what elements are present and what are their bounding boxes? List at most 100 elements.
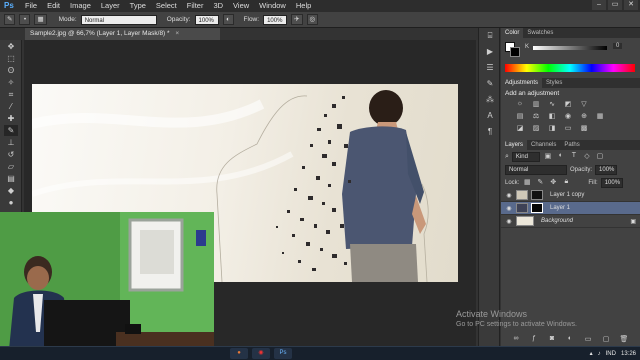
brightness-icon[interactable]: ☼ <box>515 100 525 109</box>
layer-mask-thumbnail[interactable] <box>531 203 543 213</box>
visibility-eye-icon[interactable]: ◉ <box>505 192 513 199</box>
history-brush-tool-icon[interactable]: ↺ <box>4 149 18 160</box>
background-color-swatch[interactable] <box>510 47 520 57</box>
gradient-map-icon[interactable]: ▭ <box>563 124 573 133</box>
layer-opacity-input[interactable]: 100% <box>595 164 618 175</box>
dodge-tool-icon[interactable]: ● <box>4 197 18 208</box>
close-icon[interactable]: × <box>175 30 179 37</box>
channel-mixer-icon[interactable]: ⊕ <box>579 112 589 121</box>
airbrush-icon[interactable]: ✈ <box>291 14 303 25</box>
flow-input[interactable]: 100% <box>263 14 288 25</box>
menu-layer[interactable]: Layer <box>96 0 125 12</box>
quick-select-tool-icon[interactable]: ✧ <box>4 77 18 88</box>
menu-filter[interactable]: Filter <box>182 0 209 12</box>
taskbar-firefox-icon[interactable]: ● <box>230 348 248 359</box>
filter-type-icon[interactable]: T <box>569 152 579 161</box>
minimize-button[interactable]: – <box>592 0 606 10</box>
gradient-tool-icon[interactable]: ▤ <box>4 173 18 184</box>
brush-presets-panel-icon[interactable]: ⁂ <box>483 95 497 108</box>
fill-input[interactable]: 100% <box>600 177 623 188</box>
volume-icon[interactable]: ♪ <box>598 348 601 360</box>
filter-shape-icon[interactable]: ◇ <box>582 152 592 161</box>
document-tab[interactable]: Sample2.jpg @ 66,7% (Layer 1, Layer Mask… <box>25 28 220 40</box>
brush-panel-toggle-icon[interactable]: ▦ <box>34 14 47 25</box>
tab-swatches[interactable]: Swatches <box>523 28 557 38</box>
maximize-button[interactable]: ▭ <box>608 0 622 10</box>
layer-name[interactable]: Layer 1 copy <box>550 192 584 198</box>
color-k-value[interactable]: 0 <box>613 43 623 49</box>
vibrance-icon[interactable]: ▽ <box>579 100 589 109</box>
link-layers-icon[interactable]: ∞ <box>511 335 521 344</box>
hue-saturation-icon[interactable]: ▤ <box>515 112 525 121</box>
menu-type[interactable]: Type <box>125 0 151 12</box>
layer-row[interactable]: ◉ Layer 1 copy <box>501 189 640 202</box>
exposure-icon[interactable]: ◩ <box>563 100 573 109</box>
layer-kind-select[interactable]: Kind <box>511 151 540 162</box>
language-indicator[interactable]: IND <box>606 348 616 360</box>
network-icon[interactable]: ▴ <box>590 348 593 360</box>
brush-size-picker[interactable]: • <box>19 14 31 25</box>
menu-image[interactable]: Image <box>65 0 96 12</box>
menu-edit[interactable]: Edit <box>42 0 65 12</box>
brush-tool-icon[interactable]: ✎ <box>4 125 18 136</box>
pressure-opacity-icon[interactable]: ◐ <box>222 14 234 25</box>
levels-icon[interactable]: ▥ <box>531 100 541 109</box>
menu-help[interactable]: Help <box>291 0 316 12</box>
history-panel-icon[interactable]: ⌸ <box>483 31 497 44</box>
selective-color-icon[interactable]: ▩ <box>579 124 589 133</box>
color-ramp[interactable] <box>505 64 635 72</box>
menu-window[interactable]: Window <box>254 0 291 12</box>
lock-transparent-icon[interactable]: ▦ <box>522 178 532 187</box>
layer-name[interactable]: Background <box>541 218 573 224</box>
menu-select[interactable]: Select <box>151 0 182 12</box>
visibility-eye-icon[interactable]: ◉ <box>505 218 513 225</box>
brush-panel-icon[interactable]: ✎ <box>483 79 497 92</box>
posterize-icon[interactable]: ▨ <box>531 124 541 133</box>
eraser-tool-icon[interactable]: ▱ <box>4 161 18 172</box>
menu-view[interactable]: View <box>228 0 254 12</box>
lasso-tool-icon[interactable]: ʘ <box>4 65 18 76</box>
new-adjustment-layer-icon[interactable]: ◐ <box>565 335 575 344</box>
tab-color[interactable]: Color <box>501 28 524 38</box>
crop-tool-icon[interactable]: ⌗ <box>4 89 18 100</box>
tab-layers[interactable]: Layers <box>501 140 528 150</box>
lock-pixels-icon[interactable]: ✎ <box>535 178 545 187</box>
black-white-icon[interactable]: ◧ <box>547 112 557 121</box>
delete-layer-icon[interactable]: 🗑︎ <box>619 335 629 344</box>
layer-style-icon[interactable]: ƒ <box>529 335 539 344</box>
curves-icon[interactable]: ∿ <box>547 100 557 109</box>
layer-row-selected[interactable]: ◉ Layer 1 <box>501 202 640 215</box>
pressure-size-icon[interactable]: ◎ <box>306 14 319 25</box>
actions-panel-icon[interactable]: ▶ <box>483 47 497 60</box>
photo-filter-icon[interactable]: ◉ <box>563 112 573 121</box>
clone-stamp-tool-icon[interactable]: ⊥ <box>4 137 18 148</box>
add-mask-icon[interactable]: ◙ <box>547 335 557 344</box>
paragraph-panel-icon[interactable]: ¶ <box>483 127 497 140</box>
opacity-input[interactable]: 100% <box>194 14 219 25</box>
k-slider[interactable] <box>533 46 607 50</box>
new-group-icon[interactable]: ▭ <box>583 335 593 344</box>
color-lookup-icon[interactable]: ▦ <box>595 112 605 121</box>
menu-3d[interactable]: 3D <box>208 0 228 12</box>
move-tool-icon[interactable]: ✥ <box>4 41 18 52</box>
visibility-eye-icon[interactable]: ◉ <box>505 205 513 212</box>
character-panel-icon[interactable]: A <box>483 111 497 124</box>
color-balance-icon[interactable]: ⚖ <box>531 112 541 121</box>
filter-pixel-icon[interactable]: ▣ <box>543 152 553 161</box>
eyedropper-tool-icon[interactable]: ⁄ <box>4 101 18 112</box>
tab-adjustments[interactable]: Adjustments <box>501 78 543 88</box>
taskbar-photoshop-icon[interactable]: Ps <box>274 348 292 359</box>
filter-adjustment-icon[interactable]: ◐ <box>556 152 566 161</box>
layer-row[interactable]: ◉ Background ▣ <box>501 215 640 228</box>
tab-paths[interactable]: Paths <box>560 140 583 150</box>
properties-panel-icon[interactable]: ☰ <box>483 63 497 76</box>
brush-tool-preset-icon[interactable]: ✎ <box>4 14 16 25</box>
tab-channels[interactable]: Channels <box>527 140 560 150</box>
threshold-icon[interactable]: ◨ <box>547 124 557 133</box>
healing-tool-icon[interactable]: ✚ <box>4 113 18 124</box>
mode-select[interactable]: Normal <box>80 14 157 25</box>
lock-all-icon[interactable]: 🔒︎ <box>561 178 571 187</box>
layer-name[interactable]: Layer 1 <box>550 205 570 211</box>
filter-smart-icon[interactable]: ▢ <box>595 152 605 161</box>
clock[interactable]: 13:26 <box>621 348 636 360</box>
